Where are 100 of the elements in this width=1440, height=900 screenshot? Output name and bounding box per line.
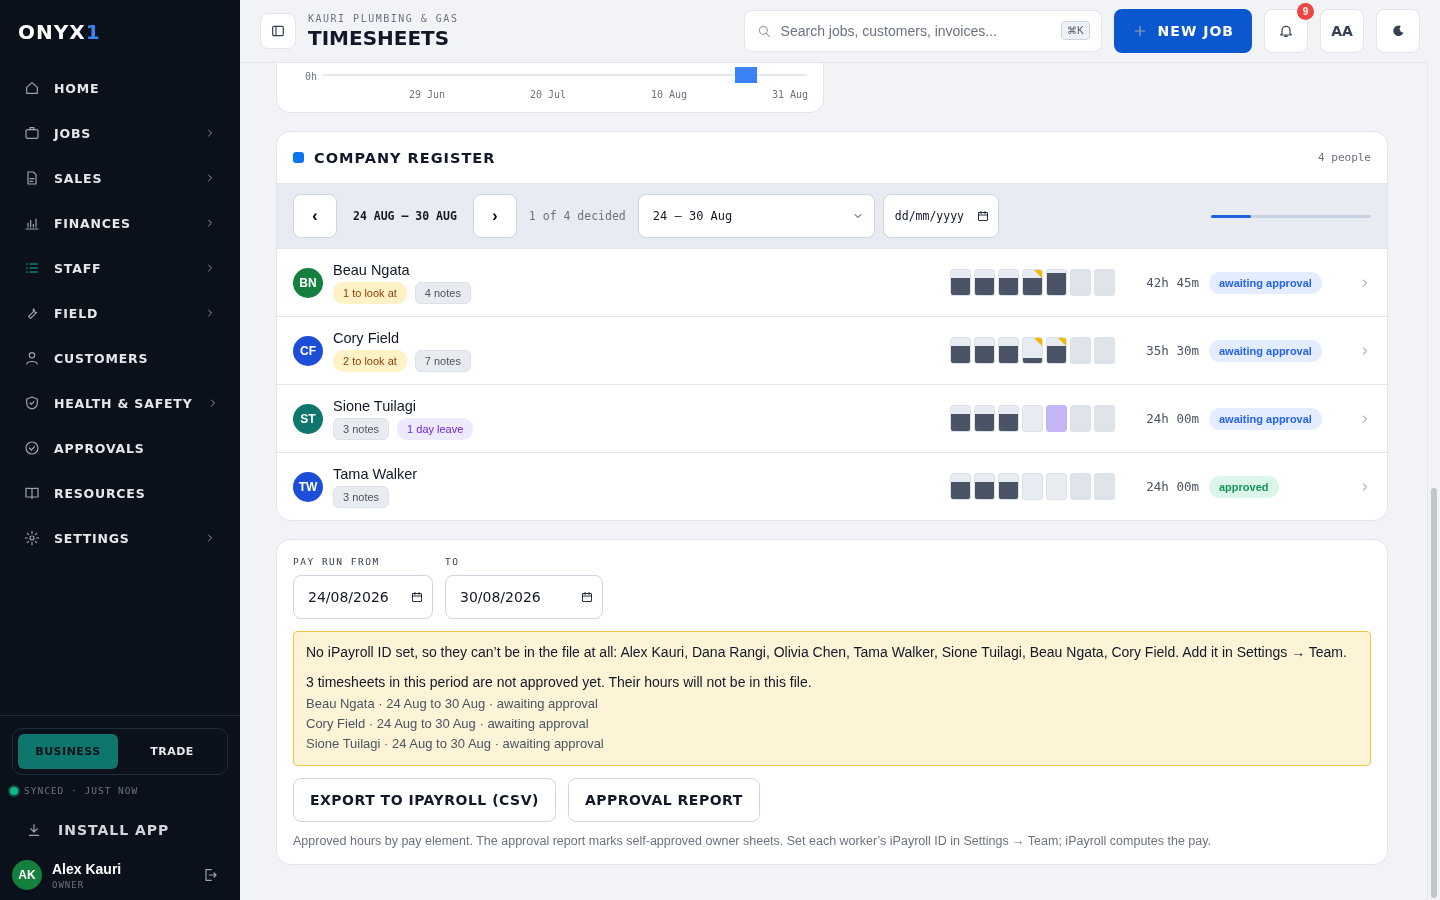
nav-item[interactable]: STAFF bbox=[12, 246, 228, 290]
nav-item[interactable]: FIELD bbox=[12, 291, 228, 335]
nav-item[interactable]: JOBS bbox=[12, 111, 228, 155]
week-range: 24 AUG – 30 AUG bbox=[352, 209, 458, 223]
notes-tag: 4 notes bbox=[414, 281, 471, 304]
company-name: KAURI PLUMBING & GAS bbox=[308, 12, 459, 24]
day-cell bbox=[1094, 473, 1115, 500]
user-name: Alex Kauri bbox=[52, 860, 122, 877]
hours-total: 24h 00m bbox=[1145, 411, 1199, 426]
user-role: OWNER bbox=[52, 879, 86, 890]
help-text: Approved hours by pay element. The approval report marks self-approved owner sheets. Set each worker’s iPayroll ID in Settings → Team; iPayroll computes the pay. bbox=[293, 834, 1213, 848]
notes-tag: 3 notes bbox=[333, 417, 390, 440]
worker-avatar: TW bbox=[293, 471, 323, 502]
nav-item[interactable]: RESOURCES bbox=[12, 471, 228, 515]
new-job-button[interactable]: NEW JOB bbox=[1113, 9, 1252, 53]
install-button[interactable]: INSTALL APP bbox=[12, 814, 184, 846]
day-cell bbox=[1070, 269, 1091, 296]
notes-tag: 3 notes bbox=[333, 485, 390, 508]
date-field[interactable]: dd/mm/yyyy bbox=[882, 194, 999, 238]
notification-badge: 9 bbox=[1297, 3, 1314, 20]
warning-text: 3 timesheets in this period are not approved yet. Their hours will not be in this file. bbox=[306, 674, 813, 690]
status-badge: awaiting approval bbox=[1209, 339, 1322, 362]
day-cell bbox=[1022, 473, 1043, 500]
axis-label: 20 Jul bbox=[528, 89, 566, 100]
week-select[interactable]: 24 – 30 Aug bbox=[637, 194, 875, 238]
worker-name: Sione Tuilagi bbox=[333, 397, 418, 414]
text-size-button[interactable]: AA bbox=[1320, 9, 1364, 53]
axis-label: 29 Jun bbox=[407, 89, 445, 100]
axis-label: 31 Aug bbox=[770, 89, 808, 100]
look-tag: 1 to look at bbox=[333, 281, 407, 304]
people-count: 4 people bbox=[1318, 151, 1371, 164]
previous-week-button[interactable]: ‹ bbox=[293, 194, 337, 238]
timesheet-line: Sione Tuilagi · 24 Aug to 30 Aug · awaiting approval bbox=[306, 736, 605, 751]
status-badge: awaiting approval bbox=[1209, 407, 1322, 430]
worker-avatar: BN bbox=[293, 267, 323, 298]
worker-name: Beau Ngata bbox=[333, 261, 411, 278]
worker-name: Tama Walker bbox=[333, 465, 418, 482]
action-button[interactable]: APPROVAL REPORT bbox=[567, 778, 760, 822]
warning-text: No iPayroll ID set, so they can’t be in the file at all: Alex Kauri, Dana Rangi, Olivia Chen, Tama Walker, Sione Tuilagi, Beau Ngata, Cory Field. Add it in Settings → Team. bbox=[306, 644, 1348, 660]
look-tag: 2 to look at bbox=[333, 349, 407, 372]
sync-dot bbox=[10, 786, 18, 795]
nav-item[interactable]: FINANCES bbox=[12, 201, 228, 245]
action-button[interactable]: EXPORT TO IPAYROLL (CSV) bbox=[293, 778, 556, 822]
mode-tab[interactable]: TRADE bbox=[122, 734, 222, 769]
theme-button[interactable] bbox=[1376, 9, 1420, 53]
day-cell bbox=[1070, 473, 1091, 500]
nav-item[interactable]: HOME bbox=[12, 66, 228, 110]
nav-item[interactable]: SETTINGS bbox=[12, 516, 228, 560]
axis-label: 0h bbox=[305, 70, 318, 82]
field-label: PAY RUN FROM bbox=[293, 556, 381, 567]
day-cell bbox=[1022, 405, 1043, 432]
notifications-button[interactable] bbox=[1264, 9, 1308, 53]
timesheet-line: Cory Field · 24 Aug to 30 Aug · awaiting approval bbox=[306, 716, 590, 731]
shortcut-hint: ⌘K bbox=[1060, 21, 1090, 40]
decided-count: 1 of 4 decided bbox=[527, 209, 627, 223]
worker-row[interactable]: CF Cory Field 2 to look at 7 notes 35h 30m awaiting approval bbox=[277, 317, 1387, 385]
worker-avatar: ST bbox=[293, 403, 323, 434]
nav-item[interactable]: SALES bbox=[12, 156, 228, 200]
panel-icon bbox=[270, 23, 286, 39]
field-label: TO bbox=[445, 556, 461, 567]
worker-name: Cory Field bbox=[333, 329, 401, 346]
notes-tag: 7 notes bbox=[414, 349, 471, 372]
day-cell bbox=[1094, 269, 1115, 296]
scrollbar[interactable] bbox=[1427, 62, 1440, 900]
day-cell bbox=[1070, 337, 1091, 364]
sidebar-toggle-button[interactable] bbox=[260, 13, 296, 49]
calendar-icon bbox=[581, 591, 593, 603]
calendar-icon bbox=[411, 591, 423, 603]
sync-status: SYNCED · JUST NOW bbox=[24, 785, 139, 796]
nav-item[interactable]: CUSTOMERS bbox=[12, 336, 228, 380]
leave-day-cell bbox=[1046, 405, 1067, 432]
worker-row[interactable]: BN Beau Ngata 1 to look at 4 notes 42h 45m awaiting approval bbox=[277, 249, 1387, 317]
status-badge: awaiting approval bbox=[1209, 271, 1322, 294]
nav-item[interactable]: HEALTH & SAFETY bbox=[12, 381, 228, 425]
app-logo: ONYX1 bbox=[17, 19, 102, 46]
section-marker bbox=[293, 152, 304, 163]
hours-total: 42h 45m bbox=[1145, 275, 1199, 290]
logout-icon bbox=[202, 867, 218, 883]
moon-icon bbox=[1390, 23, 1406, 39]
date-field[interactable]: 30/08/2026 bbox=[445, 575, 603, 619]
day-cell bbox=[1094, 405, 1115, 432]
day-cell bbox=[1070, 405, 1091, 432]
worker-avatar: CF bbox=[293, 335, 323, 366]
next-week-button[interactable]: › bbox=[472, 194, 517, 238]
hours-total: 35h 30m bbox=[1145, 343, 1199, 358]
user-avatar: AK bbox=[12, 860, 42, 890]
bell-icon bbox=[1278, 23, 1294, 39]
nav-item[interactable]: APPROVALS bbox=[12, 426, 228, 470]
timesheet-line: Beau Ngata · 24 Aug to 30 Aug · awaiting approval bbox=[306, 696, 599, 711]
worker-row[interactable]: TW Tama Walker 3 notes 24h 00m approved bbox=[277, 453, 1387, 520]
leave-tag: 1 day leave bbox=[397, 417, 474, 440]
section-title: COMPANY REGISTER bbox=[314, 149, 496, 166]
axis-label: 10 Aug bbox=[649, 89, 687, 100]
calendar-icon bbox=[976, 210, 989, 222]
hours-total: 24h 00m bbox=[1145, 479, 1199, 494]
worker-row[interactable]: ST Sione Tuilagi 3 notes 1 day leave 24h 00m awaiting approval bbox=[277, 385, 1387, 453]
date-field[interactable]: 24/08/2026 bbox=[293, 575, 433, 619]
download-icon bbox=[26, 822, 42, 838]
status-badge: approved bbox=[1209, 475, 1279, 498]
day-cell bbox=[1046, 473, 1067, 500]
